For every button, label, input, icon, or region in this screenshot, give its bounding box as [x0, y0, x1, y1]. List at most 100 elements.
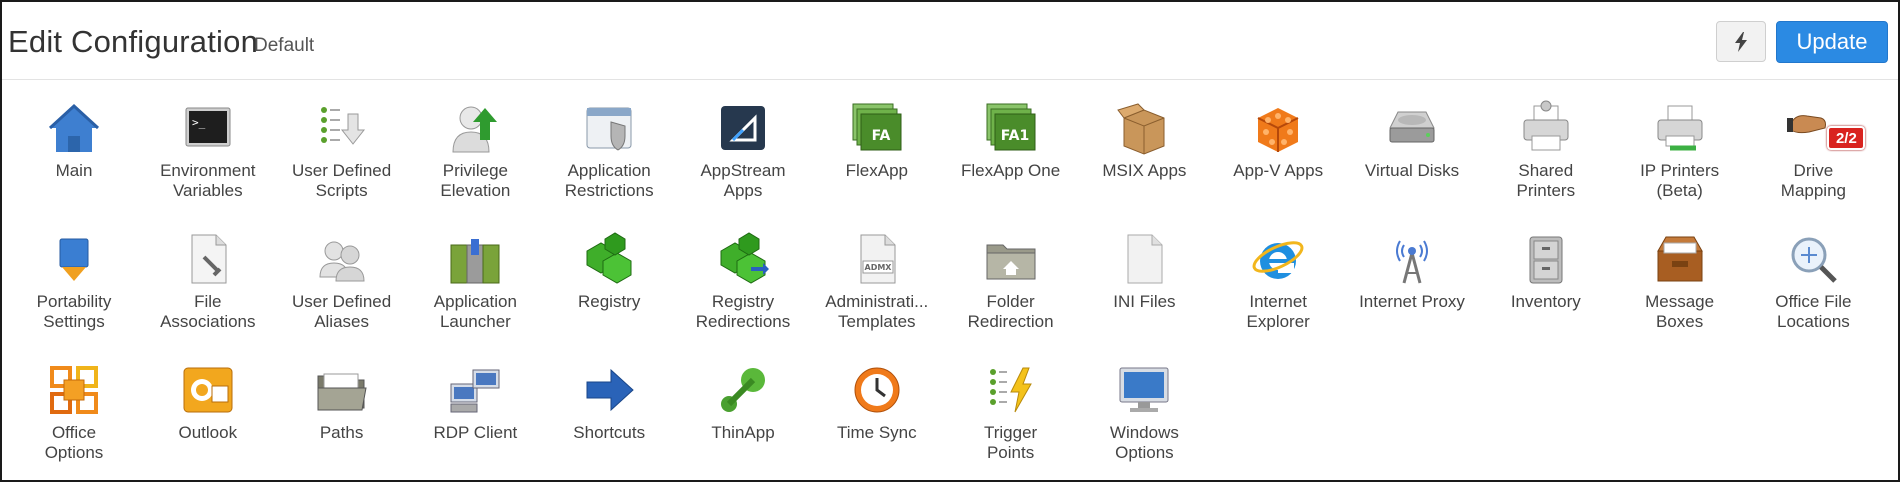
icon-glyph: ADMX — [864, 263, 892, 272]
config-item-file-wrench[interactable]: File Associations — [142, 223, 274, 345]
config-item-users[interactable]: User Defined Aliases — [276, 223, 408, 345]
ip-printer-icon — [1657, 105, 1703, 151]
config-item-folder-open[interactable]: Paths — [276, 354, 408, 476]
flexapp-icon: FA — [852, 103, 902, 151]
antenna-icon — [1396, 240, 1428, 284]
icon-glyph: FA1 — [1000, 128, 1029, 144]
config-item-ip-printer[interactable]: IP Printers (Beta) — [1614, 92, 1746, 214]
config-item-rdp-computers[interactable]: RDP Client — [409, 354, 541, 476]
config-item-label: Portability Settings — [36, 292, 112, 331]
config-item-terminal[interactable]: >_ Environment Variables — [142, 92, 274, 214]
config-item-label: Outlook — [178, 423, 238, 442]
config-item-monitor[interactable]: Windows Options — [1078, 354, 1210, 476]
config-item-document[interactable]: INI Files — [1078, 223, 1210, 345]
config-item-label: Message Boxes — [1645, 292, 1715, 331]
box-icon — [1117, 103, 1165, 155]
config-item-printer[interactable]: Shared Printers — [1480, 92, 1612, 214]
config-item-admx-file[interactable]: ADMX Administrati... Templates — [811, 223, 943, 345]
config-item-label: ThinApp — [711, 423, 775, 442]
folder-open-icon — [317, 373, 367, 411]
icon-glyph: FA — [871, 128, 890, 144]
config-item-label: User Defined Aliases — [291, 292, 392, 331]
monitor-icon — [1119, 367, 1169, 412]
config-item-label: MSIX Apps — [1102, 161, 1187, 180]
window-frame: Edit Configuration Default Update Main >_… — [0, 0, 1900, 482]
flexapp-one-icon: FA1 — [986, 103, 1036, 151]
office-logo-icon — [50, 366, 98, 414]
config-item-trigger-list[interactable]: Trigger Points — [945, 354, 1077, 476]
config-item-arrow-right[interactable]: Shortcuts — [543, 354, 675, 476]
config-item-label: Internet Proxy — [1359, 292, 1465, 311]
config-item-label: Shortcuts — [573, 423, 646, 442]
config-item-label: IP Printers (Beta) — [1640, 161, 1720, 200]
config-item-label: Environment Variables — [160, 161, 256, 200]
update-button[interactable]: Update — [1776, 21, 1888, 63]
config-item-label: Office Options — [44, 423, 104, 462]
config-item-registry-redirect[interactable]: Registry Redirections — [677, 223, 809, 345]
config-item-user-elevate[interactable]: Privilege Elevation — [409, 92, 541, 214]
config-item-flexapp[interactable]: FA FlexApp — [811, 92, 943, 214]
window-shield-icon — [586, 107, 632, 151]
config-item-portability[interactable]: Portability Settings — [8, 223, 140, 345]
config-item-label: Inventory — [1510, 292, 1581, 311]
portability-icon — [59, 238, 89, 281]
config-item-appstream[interactable]: AppStream Apps — [677, 92, 809, 214]
config-item-appv-cube[interactable]: App-V Apps — [1212, 92, 1344, 214]
user-elevate-icon — [452, 106, 498, 153]
rdp-computers-icon — [450, 369, 500, 413]
config-item-label: Shared Printers — [1516, 161, 1576, 200]
config-item-box[interactable]: MSIX Apps — [1078, 92, 1210, 214]
config-item-home[interactable]: Main — [8, 92, 140, 214]
config-item-hard-disk[interactable]: Virtual Disks — [1346, 92, 1478, 214]
config-item-label: Main — [55, 161, 93, 180]
config-item-window-shield[interactable]: Application Restrictions — [543, 92, 675, 214]
config-item-label: RDP Client — [433, 423, 518, 442]
home-icon — [48, 103, 100, 152]
config-item-cabinet[interactable]: Inventory — [1480, 223, 1612, 345]
config-item-label: Virtual Disks — [1364, 161, 1460, 180]
config-item-antenna[interactable]: Internet Proxy — [1346, 223, 1478, 345]
config-item-clock[interactable]: Time Sync — [811, 354, 943, 476]
page-title: Edit Configuration — [8, 24, 259, 59]
arrow-right-icon — [586, 368, 634, 412]
launcher-icon — [450, 239, 500, 284]
config-item-inbox-tray[interactable]: Message Boxes — [1614, 223, 1746, 345]
thinapp-icon — [721, 368, 765, 412]
config-item-label: Administrati... Templates — [825, 292, 929, 331]
printer-icon — [1523, 100, 1569, 151]
config-item-drive-mapping[interactable]: 2/2 Drive Mapping — [1747, 92, 1879, 214]
terminal-icon: >_ — [185, 107, 231, 147]
page-header: Edit Configuration Default Update — [2, 2, 1898, 80]
registry-redirect-icon — [720, 232, 769, 284]
config-item-office-logo[interactable]: Office Options — [8, 354, 140, 476]
config-item-label: Paths — [319, 423, 364, 442]
appv-cube-icon — [1257, 108, 1299, 152]
quick-action-button[interactable] — [1716, 21, 1766, 62]
trigger-list-icon — [989, 367, 1032, 413]
clock-icon — [854, 367, 900, 413]
users-icon — [319, 241, 365, 282]
config-item-outlook[interactable]: Outlook — [142, 354, 274, 476]
config-item-label: Registry Redirections — [695, 292, 791, 331]
config-item-label: Privilege Elevation — [440, 161, 511, 200]
config-item-label: Application Restrictions — [564, 161, 654, 200]
config-item-thinapp[interactable]: ThinApp — [677, 354, 809, 476]
config-item-label: FlexApp — [845, 161, 908, 180]
config-item-label: Registry — [578, 292, 641, 311]
config-item-label: Drive Mapping — [1780, 161, 1846, 200]
config-item-launcher[interactable]: Application Launcher — [409, 223, 541, 345]
document-icon — [1127, 234, 1163, 284]
config-item-flexapp-one[interactable]: FA1 FlexApp One — [945, 92, 1077, 214]
config-item-script-list[interactable]: User Defined Scripts — [276, 92, 408, 214]
config-item-label: User Defined Scripts — [291, 161, 392, 200]
config-item-folder-home[interactable]: Folder Redirection — [945, 223, 1077, 345]
internet-explorer-icon — [1252, 241, 1304, 279]
cabinet-icon — [1529, 236, 1563, 284]
svg-text:>_: >_ — [192, 116, 206, 129]
admx-file-icon: ADMX — [860, 234, 896, 284]
config-item-magnifier[interactable]: Office File Locations — [1747, 223, 1879, 345]
config-item-internet-explorer[interactable]: Internet Explorer — [1212, 223, 1344, 345]
config-item-label: AppStream Apps — [700, 161, 786, 200]
config-item-label: Time Sync — [836, 423, 917, 442]
config-item-registry[interactable]: Registry — [543, 223, 675, 345]
